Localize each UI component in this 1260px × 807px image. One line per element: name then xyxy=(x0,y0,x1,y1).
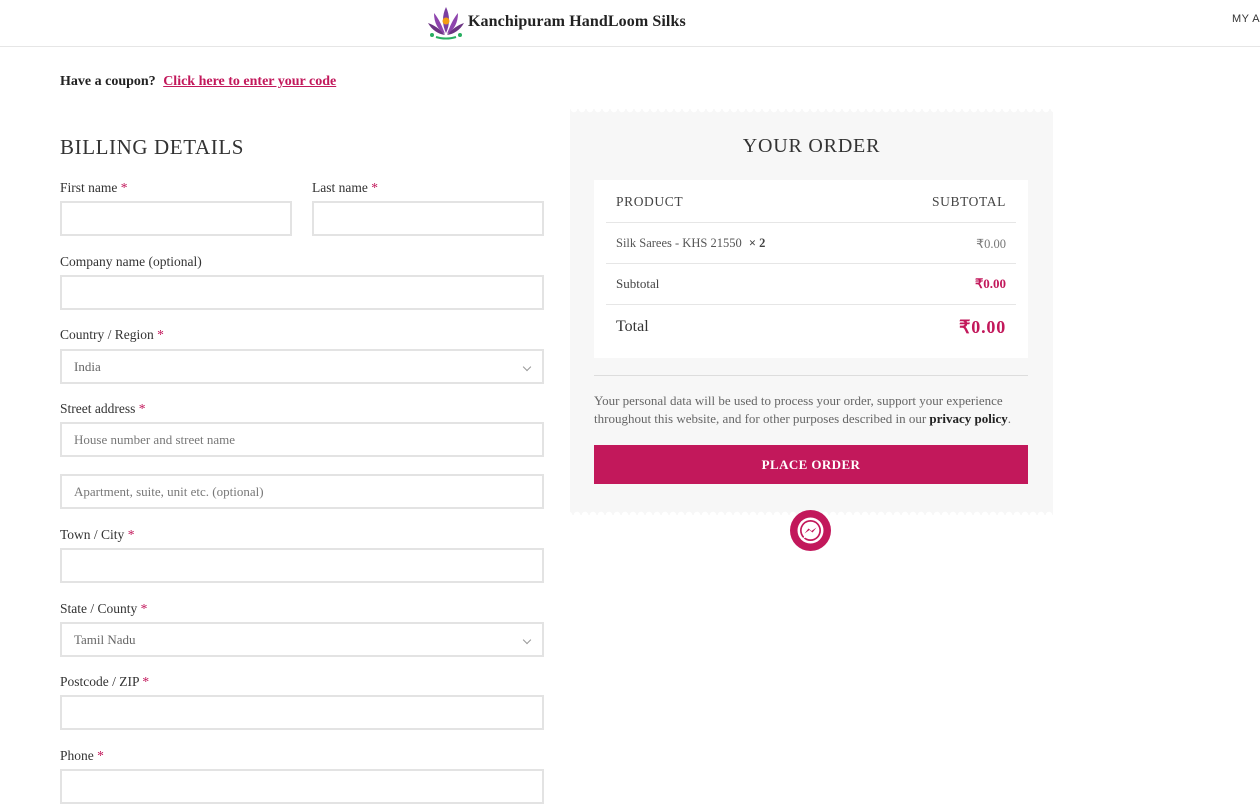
street-address-input[interactable]: House number and street name xyxy=(60,422,544,457)
company-input[interactable] xyxy=(60,275,544,310)
postcode-label: Postcode / ZIP * xyxy=(60,674,150,689)
subtotal-label: Subtotal xyxy=(616,276,660,291)
total-row: Total ₹0.00 xyxy=(606,305,1016,357)
company-label: Company name (optional) xyxy=(60,254,202,269)
country-select[interactable]: India xyxy=(60,349,544,384)
order-item: Silk Sarees - KHS 21550 × 2 xyxy=(616,236,765,251)
item-quantity: × 2 xyxy=(748,236,766,250)
order-table: PRODUCT SUBTOTAL Silk Sarees - KHS 21550… xyxy=(594,180,1028,358)
total-value: ₹0.00 xyxy=(959,317,1006,337)
first-name-input[interactable] xyxy=(60,201,292,236)
first-name-label: First name * xyxy=(60,180,128,195)
item-name: Silk Sarees - KHS 21550 xyxy=(616,236,742,250)
country-label: Country / Region * xyxy=(60,327,164,342)
state-value: Tamil Nadu xyxy=(74,632,136,647)
country-value: India xyxy=(74,359,101,374)
subtotal-column-header: SUBTOTAL xyxy=(932,194,1006,209)
last-name-label: Last name * xyxy=(312,180,378,195)
table-header-row: PRODUCT SUBTOTAL xyxy=(606,180,1016,223)
street-label: Street address * xyxy=(60,401,146,416)
site-logo[interactable]: Kanchipuram HandLoom Silks xyxy=(426,3,686,41)
coupon-notice: Have a coupon? Click here to enter your … xyxy=(60,74,336,90)
state-label: State / County * xyxy=(60,601,148,616)
lotus-logo-icon xyxy=(428,7,464,40)
messenger-icon xyxy=(797,517,824,544)
chevron-down-icon xyxy=(522,635,532,645)
last-name-input[interactable] xyxy=(312,201,544,236)
divider xyxy=(594,375,1028,376)
my-account-link[interactable]: MY ACCOUNT xyxy=(1232,13,1260,25)
phone-label: Phone * xyxy=(60,748,104,763)
privacy-notice: Your personal data will be used to proce… xyxy=(594,393,1012,426)
place-order-button[interactable]: PLACE ORDER xyxy=(594,445,1028,484)
subtotal-row: Subtotal ₹0.00 xyxy=(606,264,1016,305)
order-title: YOUR ORDER xyxy=(742,135,881,157)
coupon-link[interactable]: Click here to enter your code xyxy=(163,74,336,89)
product-column-header: PRODUCT xyxy=(616,194,684,209)
order-review-panel: YOUR ORDER PRODUCT SUBTOTAL Silk Sarees … xyxy=(570,109,1053,515)
state-select[interactable]: Tamil Nadu xyxy=(60,622,544,657)
total-label: Total xyxy=(616,318,649,335)
privacy-policy-link[interactable]: privacy policy xyxy=(929,411,1007,426)
brand-name: Kanchipuram HandLoom Silks xyxy=(468,13,686,30)
item-price: ₹0.00 xyxy=(976,237,1006,251)
messenger-chat-button[interactable] xyxy=(790,510,831,551)
phone-input[interactable] xyxy=(60,769,544,804)
chevron-down-icon xyxy=(522,362,532,372)
postcode-input[interactable] xyxy=(60,695,544,730)
billing-title: BILLING DETAILS xyxy=(60,135,245,159)
coupon-prompt: Have a coupon? xyxy=(60,74,156,89)
city-input[interactable] xyxy=(60,548,544,583)
city-label: Town / City * xyxy=(60,527,135,542)
subtotal-value: ₹0.00 xyxy=(974,276,1006,291)
street-address-2-input[interactable]: Apartment, suite, unit etc. (optional) xyxy=(60,474,544,509)
site-header: Kanchipuram HandLoom Silks MY ACCOUNT xyxy=(0,0,1260,47)
table-row: Silk Sarees - KHS 21550 × 2 ₹0.00 xyxy=(606,223,1016,264)
